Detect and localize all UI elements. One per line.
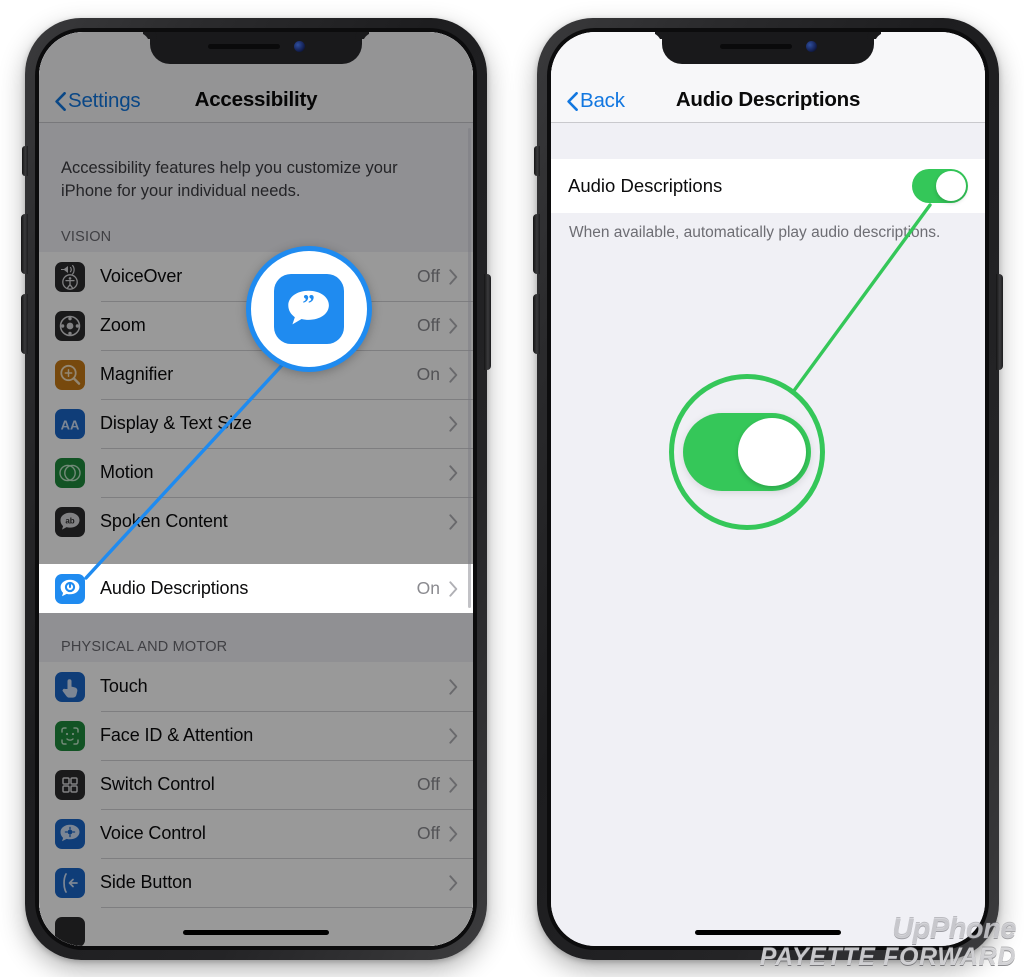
volume-down-button[interactable]: [21, 294, 28, 354]
audio-descriptions-icon: [55, 573, 85, 604]
front-camera-icon: [805, 40, 817, 52]
section-header-physical-and-motor: PHYSICAL AND MOTOR: [61, 639, 228, 655]
row-spoken-content[interactable]: ab Spoken Content: [39, 497, 473, 546]
chevron-right-icon: [449, 464, 458, 481]
row-label: Face ID & Attention: [100, 725, 254, 745]
section-header-vision: VISION: [61, 229, 112, 245]
zoom-icon: [55, 310, 85, 341]
mute-switch-button[interactable]: [534, 146, 540, 176]
highlighted-row-audio-descriptions[interactable]: Audio Descriptions On: [39, 564, 473, 613]
row-motion[interactable]: Motion: [39, 448, 473, 497]
chevron-right-icon: [449, 825, 458, 842]
accessibility-intro-text: Accessibility features help you customiz…: [61, 159, 398, 200]
row-switch-control[interactable]: Switch Control Off: [39, 760, 473, 809]
callout-audio-descriptions-icon: ”: [246, 246, 372, 372]
earpiece-speaker-icon: [207, 43, 280, 49]
row-label: Magnifier: [100, 364, 174, 384]
row-label: Voice Control: [100, 823, 206, 843]
chevron-right-icon: [449, 678, 458, 695]
row-label: Motion: [100, 462, 154, 482]
volume-up-button[interactable]: [533, 214, 540, 274]
right-home-indicator[interactable]: [695, 930, 841, 935]
chevron-right-icon: [449, 580, 458, 597]
row-label: Display & Text Size: [100, 413, 252, 433]
earpiece-speaker-icon: [719, 43, 792, 49]
row-value: On: [416, 578, 440, 598]
vertical-scrollbar[interactable]: [468, 128, 471, 608]
top-spacer: [551, 123, 985, 159]
left-phone-notch: [150, 32, 362, 64]
screenshot-stage: Settings Accessibility Accessibility fea…: [0, 0, 1024, 977]
row-magnifier[interactable]: Magnifier On: [39, 350, 473, 399]
chevron-right-icon: [449, 415, 458, 432]
row-side-button[interactable]: Side Button: [39, 858, 473, 907]
voice-control-icon: [55, 818, 85, 849]
row-display-text-size[interactable]: AA Display & Text Size: [39, 399, 473, 448]
control-nearby-devices-icon: [55, 916, 85, 946]
left-iphone-device: Settings Accessibility Accessibility fea…: [21, 18, 491, 960]
physical-motor-list: Touch Face ID & Attention Switch Control…: [39, 662, 473, 946]
right-page-title: Audio Descriptions: [675, 88, 861, 111]
chevron-right-icon: [449, 874, 458, 891]
row-value: Off: [416, 774, 440, 794]
audio-descriptions-toggle-row[interactable]: Audio Descriptions: [551, 159, 985, 213]
toggle-switch-on: [683, 413, 811, 491]
switch-knob: [936, 171, 966, 201]
audio-descriptions-switch[interactable]: [912, 169, 968, 203]
volume-down-button[interactable]: [533, 294, 540, 354]
switch-control-icon: [55, 769, 85, 800]
chevron-right-icon: [449, 727, 458, 744]
audio-descriptions-app-icon: ”: [274, 274, 344, 344]
touch-icon: [55, 671, 85, 702]
row-touch[interactable]: Touch: [39, 662, 473, 711]
right-phone-notch: [662, 32, 874, 64]
svg-text:”: ”: [302, 290, 314, 317]
svg-text:AA: AA: [61, 417, 80, 432]
side-power-button[interactable]: [484, 274, 491, 370]
row-label: Audio Descriptions: [100, 578, 249, 598]
row-partial-next[interactable]: [39, 907, 473, 946]
mute-switch-button[interactable]: [22, 146, 28, 176]
row-label: Spoken Content: [100, 511, 228, 531]
chevron-right-icon: [449, 268, 458, 285]
row-face-id-attention[interactable]: Face ID & Attention: [39, 711, 473, 760]
side-button-icon: [55, 867, 85, 898]
row-label: Switch Control: [100, 774, 215, 794]
chevron-right-icon: [449, 513, 458, 530]
motion-icon: [55, 457, 85, 488]
left-page-title: Accessibility: [194, 88, 318, 111]
chevron-right-icon: [449, 776, 458, 793]
volume-up-button[interactable]: [21, 214, 28, 274]
big-switch-knob: [738, 418, 806, 486]
row-label: Touch: [100, 676, 148, 696]
row-label: Side Button: [100, 872, 192, 892]
row-value: On: [416, 364, 440, 384]
spoken-content-icon: ab: [55, 506, 85, 537]
voiceover-icon: [55, 261, 85, 292]
left-scroll-area[interactable]: Accessibility features help you customiz…: [39, 123, 473, 946]
right-scroll-area[interactable]: Audio Descriptions When available, autom…: [551, 123, 985, 946]
audio-descriptions-footer-text: When available, automatically play audio…: [569, 224, 941, 241]
left-home-indicator[interactable]: [183, 930, 329, 935]
row-value: Off: [416, 823, 440, 843]
callout-toggle-switch: [669, 374, 825, 530]
chevron-right-icon: [449, 317, 458, 334]
face-id-icon: [55, 720, 85, 751]
toggle-row-label: Audio Descriptions: [568, 175, 723, 196]
left-phone-screen: Settings Accessibility Accessibility fea…: [39, 32, 473, 946]
row-value: Off: [416, 315, 440, 335]
svg-text:ab: ab: [65, 516, 74, 525]
row-voice-control[interactable]: Voice Control Off: [39, 809, 473, 858]
accessibility-settings-page: Settings Accessibility Accessibility fea…: [39, 32, 473, 946]
side-power-button[interactable]: [996, 274, 1003, 370]
row-value: Off: [416, 266, 440, 286]
front-camera-icon: [293, 40, 305, 52]
magnifier-icon: [55, 359, 85, 390]
chevron-right-icon: [449, 366, 458, 383]
display-text-icon: AA: [55, 408, 85, 439]
